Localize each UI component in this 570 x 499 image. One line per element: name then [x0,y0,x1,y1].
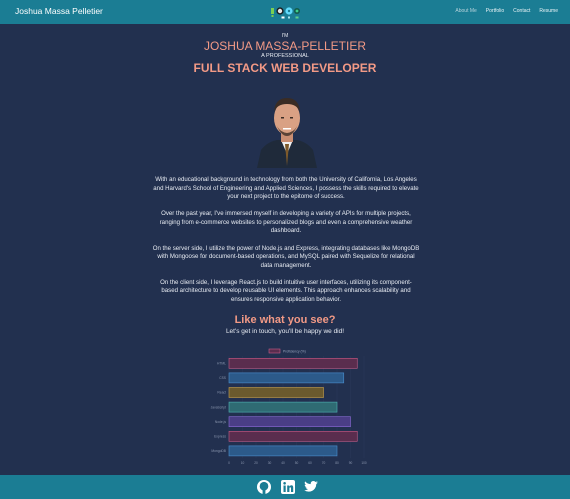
nav-portfolio[interactable]: Portfolio [486,8,504,14]
bar-javascript [228,401,338,413]
legend-swatch [268,348,281,354]
x-tick-label: 20 [254,461,258,465]
about-paragraph: On the client side, I leverage React.js … [160,278,412,304]
bar-node-js [228,416,351,427]
bar-express [228,431,358,442]
nav-contact[interactable]: Contact [513,8,530,14]
github-cat-icon [276,7,284,15]
about-section: With an educational background in techno… [152,176,420,313]
footer [0,475,570,499]
tech-logos [271,7,300,19]
bar-react [228,387,324,398]
y-tick-label: React [217,391,226,395]
y-tick-label: JavaScript [211,405,226,409]
x-tick-label: 60 [308,461,312,465]
cta-subtitle: Let's get in touch, you'll be happy we d… [225,328,345,335]
star-icon [281,16,299,19]
about-paragraph: Over the past year, I've immersed myself… [159,210,413,235]
hero-qualifier: A PROFESSIONAL [261,53,309,59]
cta-title: Like what you see? [234,314,336,326]
hero-name: JOSHUA MASSA-PELLETIER [203,39,367,53]
x-tick-label: 70 [322,461,326,465]
x-tick-label: 40 [281,461,285,465]
y-tick-label: Express [214,435,226,439]
x-tick-label: 10 [241,461,245,465]
react-icon [285,7,293,15]
hero: I'M JOSHUA MASSA-PELLETIER A PROFESSIONA… [0,32,570,75]
x-tick-label: 30 [268,461,272,465]
y-tick-label: HTML [217,362,226,366]
x-tick-label: 0 [228,461,230,465]
brand-name[interactable]: Joshua Massa Pelletier [15,6,103,16]
linkedin-icon[interactable] [280,479,296,495]
about-paragraph: On the server side, I utilize the power … [152,244,420,269]
profile-photo [255,88,319,168]
x-tick-label: 90 [349,461,353,465]
x-tick-label: 100 [361,461,367,465]
github-icon[interactable] [256,479,272,495]
x-tick-label: 80 [335,461,339,465]
nav-links: About Me Portfolio Contact Resume [446,8,558,14]
bar-html [228,358,358,369]
x-tick-label: 50 [295,461,299,465]
y-tick-label: Node.js [215,420,227,424]
y-tick-label: MongoDB [211,449,226,453]
skills-chart: Proficiency (%) 0 10 20 30 40 50 60 70 80 90 100 HTM… [211,348,367,465]
bar-mongodb [228,445,338,457]
bar-css [228,372,345,384]
nav-resume[interactable]: Resume [539,8,558,14]
nav-about-me[interactable]: About Me [455,8,476,14]
node-icon [271,8,274,17]
twitter-icon[interactable] [303,479,319,495]
mongodb-icon [294,8,300,14]
about-paragraph: With an educational background in techno… [153,176,419,201]
y-tick-label: CSS [219,376,227,380]
legend-label: Proficiency (%) [283,350,306,354]
navbar: Joshua Massa Pelletier About Me Portfolio… [0,0,570,24]
hero-title: FULL STACK WEB DEVELOPER [193,61,377,75]
